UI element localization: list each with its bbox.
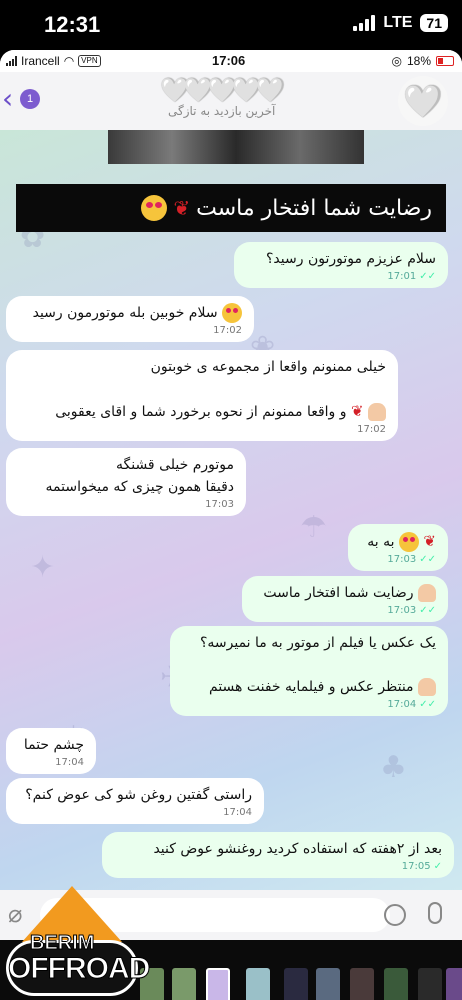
message-text: بعد از ۲هفته که استفاده کردید روغنشو عوض… xyxy=(153,841,442,857)
message-text-line2: منتظر عکس و فیلمایه خفنت هستم xyxy=(209,679,414,695)
alarm-icon: ◎ xyxy=(391,54,402,68)
heart-eyes-emoji-icon xyxy=(398,532,419,552)
message-text-line1: خیلی ممنونم واقعا از مجموعه ی خوبتون xyxy=(150,359,386,375)
message-time: 17:02 xyxy=(357,424,386,435)
thumbnail[interactable] xyxy=(284,968,308,1000)
message-bubble[interactable]: یک عکس یا فیلم از موتور به ما نمیرسه؟ من… xyxy=(170,626,448,716)
message-bubble[interactable]: راستی گفتین روغن شو کی عوض کنم؟ 17:04 xyxy=(6,778,264,824)
vpn-badge: VPN xyxy=(78,55,101,67)
message-time: 17:04 xyxy=(55,757,84,768)
read-ticks-icon: ✓✓ xyxy=(419,605,436,616)
device-status-bar: 12:31 LTE 71 xyxy=(0,0,462,50)
heart-eyes-emoji-icon xyxy=(141,195,168,221)
sticker-icon[interactable] xyxy=(384,904,406,926)
wifi-icon: ◠ xyxy=(63,54,75,68)
message-text-line1: موتورم خیلی قشنگه xyxy=(115,457,234,473)
message-text: راستی گفتین روغن شو کی عوض کنم؟ xyxy=(25,787,252,803)
battery-percent: 18% xyxy=(406,54,431,68)
heart-eyes-emoji-icon xyxy=(222,303,242,323)
mic-icon[interactable] xyxy=(428,902,442,924)
logo-text-bottom: OFFROAD xyxy=(7,952,150,986)
thumbnail[interactable] xyxy=(246,968,270,1000)
thumbnail[interactable] xyxy=(446,968,462,1000)
thumbnail[interactable] xyxy=(172,968,196,1000)
message-text-line1: یک عکس یا فیلم از موتور به ما نمیرسه؟ xyxy=(199,635,436,651)
device-status-icons: LTE 71 xyxy=(353,14,448,32)
chat-area[interactable]: ✿ ❀ ✦ ☂ ✈ ♣ ☀ ♪ ❦ رضایت شما افتخار ماست … xyxy=(0,130,462,890)
pray-hands-icon xyxy=(368,403,386,421)
doodle-icon: ♣ xyxy=(380,750,407,785)
device-clock: 12:31 xyxy=(44,12,101,37)
message-bubble[interactable]: سلام خوبین بله موتورمون رسید 17:02 xyxy=(6,296,254,342)
message-time: 17:03 xyxy=(205,499,234,510)
inner-status-right: ◎ 18% xyxy=(391,54,454,68)
doodle-icon: ✦ xyxy=(30,550,56,585)
message-time: 17:04 xyxy=(223,807,252,818)
message-bubble[interactable]: خیلی ممنونم واقعا از مجموعه ی خوبتون ❦ و… xyxy=(6,350,398,441)
raised-hands-icon xyxy=(418,584,436,602)
rose-icon: ❦ xyxy=(173,196,191,220)
screenshot-frame: Irancell ◠ VPN 17:06 ◎ 18% ‹ 1 🤍🤍🤍🤍🤍 آخر… xyxy=(0,50,462,1000)
message-bubble[interactable]: رضایت شما افتخار ماست 17:03 ✓✓ xyxy=(242,576,448,622)
doodle-icon: ☂ xyxy=(300,510,327,545)
message-text-line2: دقیقا همون چیزی که میخواستمه xyxy=(45,479,234,495)
message-bubble[interactable]: بعد از ۲هفته که استفاده کردید روغنشو عوض… xyxy=(102,832,454,878)
contact-name[interactable]: 🤍🤍🤍🤍🤍 xyxy=(160,76,285,104)
cell-signal-icon xyxy=(6,56,17,66)
message-time: 17:03 ✓✓ xyxy=(387,605,436,616)
inner-status-left: Irancell ◠ VPN xyxy=(6,54,101,68)
satisfaction-banner: ❦ رضایت شما افتخار ماست xyxy=(16,184,446,232)
shared-photo[interactable] xyxy=(108,130,364,164)
message-time: 17:05 ✓ xyxy=(401,861,442,872)
message-text: سلام عزیزم موتورتون رسید؟ xyxy=(266,251,436,267)
message-bubble[interactable]: سلام عزیزم موتورتون رسید؟ 17:01 ✓✓ xyxy=(234,242,448,288)
message-time: 17:03 ✓✓ xyxy=(387,554,436,565)
pray-hands-icon xyxy=(418,678,436,696)
read-ticks-icon: ✓✓ xyxy=(419,699,436,710)
back-icon[interactable]: ‹ xyxy=(2,85,13,113)
network-type: LTE xyxy=(383,14,413,31)
thumbnail[interactable] xyxy=(350,968,374,1000)
unread-badge[interactable]: 1 xyxy=(20,89,40,109)
message-text-line2: و واقعا ممنونم از نحوه برخورد شما و اقای… xyxy=(55,404,347,420)
banner-text: رضایت شما افتخار ماست xyxy=(196,195,432,221)
message-text: سلام خوبین بله موتورمون رسید xyxy=(32,305,218,321)
thumbnail[interactable] xyxy=(206,968,230,1000)
read-ticks-icon: ✓ xyxy=(433,861,442,872)
chat-header: ‹ 1 🤍🤍🤍🤍🤍 آخرین بازدید به تازگی 🤍 xyxy=(0,72,462,130)
message-bubble[interactable]: چشم حتما 17:04 xyxy=(6,728,96,774)
thumbnail[interactable] xyxy=(418,968,442,1000)
brand-logo: BERIM OFFROAD xyxy=(2,880,151,1000)
thumbnail[interactable] xyxy=(316,968,340,1000)
avatar[interactable]: 🤍 xyxy=(398,76,448,126)
inner-clock: 17:06 xyxy=(212,53,246,68)
read-ticks-icon: ✓✓ xyxy=(419,554,436,565)
battery-icon: 71 xyxy=(420,14,448,32)
message-time: 17:02 xyxy=(213,325,242,336)
rose-icon: ❦ xyxy=(350,402,364,420)
thumbnail[interactable] xyxy=(384,968,408,1000)
message-text: به به xyxy=(367,534,395,550)
rose-icon: ❦ xyxy=(423,532,436,550)
message-time: 17:01 ✓✓ xyxy=(387,271,436,282)
message-bubble[interactable]: موتورم خیلی قشنگه دقیقا همون چیزی که میخ… xyxy=(6,448,246,516)
low-battery-icon xyxy=(436,56,454,66)
message-text: چشم حتما xyxy=(23,737,84,753)
message-time: 17:04 ✓✓ xyxy=(387,699,436,710)
read-ticks-icon: ✓✓ xyxy=(419,271,436,282)
signal-icon xyxy=(353,15,376,31)
inner-status-bar: Irancell ◠ VPN 17:06 ◎ 18% xyxy=(0,50,462,72)
message-text: رضایت شما افتخار ماست xyxy=(263,585,414,601)
carrier-name: Irancell xyxy=(21,54,60,68)
last-seen-status: آخرین بازدید به تازگی xyxy=(168,104,276,118)
message-bubble[interactable]: ❦ به به 17:03 ✓✓ xyxy=(348,524,448,571)
